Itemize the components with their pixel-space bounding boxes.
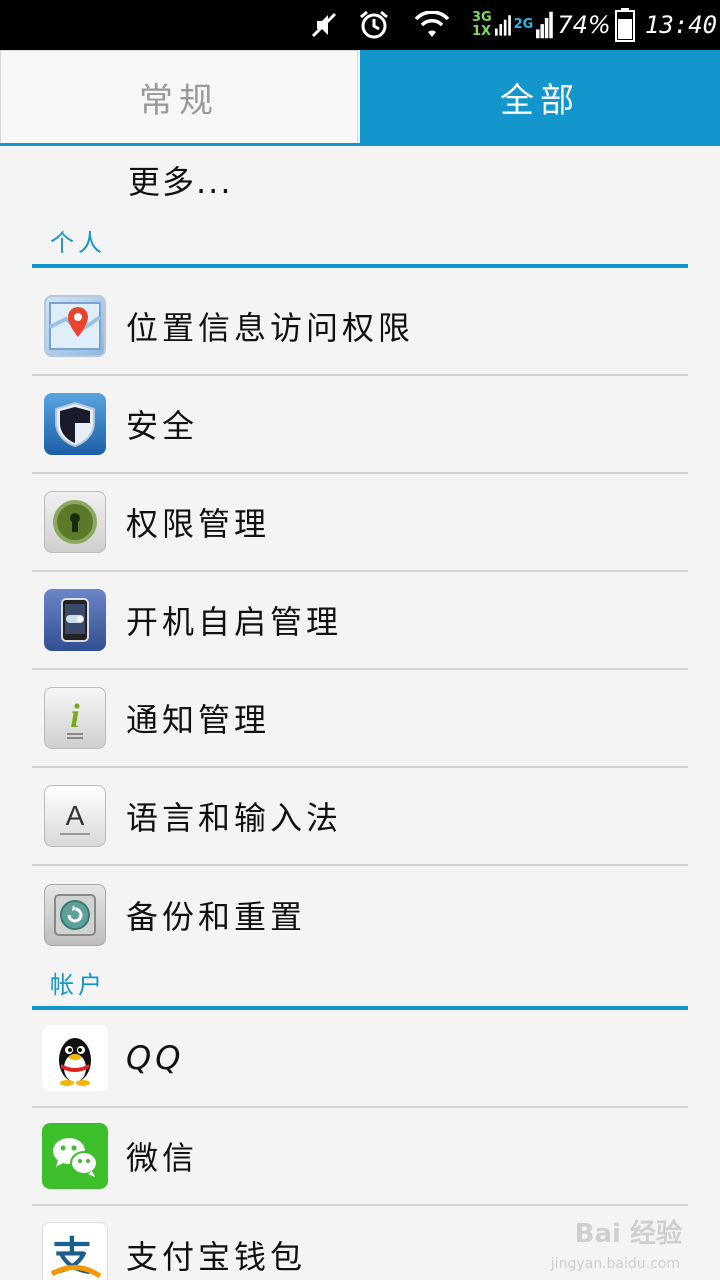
network-1x-label: 1X	[472, 24, 492, 39]
list-item-account-qq[interactable]: QQ	[32, 1010, 688, 1108]
list-item-notification-management[interactable]: i 通知管理	[32, 670, 688, 768]
list-item-label: 开机自启管理	[126, 603, 343, 641]
list-item-autostart-management[interactable]: 开机自启管理	[32, 572, 688, 670]
list-item-label: 支付宝钱包	[126, 1238, 307, 1276]
watermark-url: jingyan.baidu.com	[550, 1256, 680, 1272]
section-title-personal: 个人	[50, 229, 106, 257]
tab-underline	[0, 143, 720, 146]
network-3g-label: 3G	[472, 10, 492, 25]
wechat-icon	[42, 1123, 108, 1189]
svg-text:A: A	[66, 800, 85, 831]
list-item-permission-management[interactable]: 权限管理	[32, 474, 688, 572]
security-shield-icon	[44, 393, 106, 455]
battery-percent: 74%	[557, 11, 611, 39]
tab-all[interactable]: 全部	[360, 50, 720, 144]
list-item-language-input[interactable]: A 语言和输入法	[32, 768, 688, 866]
list-item-security[interactable]: 安全	[32, 376, 688, 474]
settings-tabs: 常规 全部	[0, 50, 720, 146]
list-item-backup-reset[interactable]: 备份和重置	[32, 866, 688, 964]
section-header-personal: 个人	[32, 224, 688, 268]
cellular-signal: 3G 1X 2G	[472, 0, 554, 50]
list-item-label: 安全	[126, 407, 199, 445]
list-item-label: QQ	[126, 1039, 185, 1077]
wifi-icon	[412, 0, 452, 50]
section-divider	[32, 264, 688, 268]
list-item-label: 备份和重置	[126, 898, 307, 936]
section-header-accounts: 帐户	[32, 966, 688, 1010]
list-item-location-access[interactable]: 位置信息访问权限	[32, 278, 688, 376]
baidu-jingyan-watermark: Bai 经验	[574, 1219, 682, 1249]
list-item-label: 通知管理	[126, 701, 271, 739]
battery-icon	[612, 0, 638, 50]
mute-icon	[306, 0, 342, 50]
signal-bars-icon	[494, 15, 511, 36]
list-item-label: 微信	[126, 1139, 199, 1177]
clock-time: 13:40	[644, 11, 718, 39]
svg-text:i: i	[70, 698, 80, 735]
phone-toggle-icon	[44, 589, 106, 651]
keyhole-lock-icon	[44, 491, 106, 553]
more-settings-item[interactable]: 更多...	[128, 150, 233, 210]
list-item-label: 权限管理	[126, 505, 271, 543]
section-title-accounts: 帐户	[50, 971, 106, 999]
alipay-icon: 支	[42, 1222, 108, 1280]
alarm-clock-icon	[356, 0, 392, 50]
location-map-icon	[44, 295, 106, 357]
backup-safe-icon	[44, 884, 106, 946]
qq-penguin-icon	[42, 1025, 108, 1091]
list-item-label: 位置信息访问权限	[126, 309, 415, 347]
signal-bars-2-icon	[536, 11, 554, 39]
status-bar: 3G 1X 2G 74% 13:40	[0, 0, 720, 50]
network-2g-label: 2G	[513, 17, 534, 32]
list-item-account-wechat[interactable]: 微信	[32, 1108, 688, 1206]
list-item-label: 语言和输入法	[126, 799, 343, 837]
tab-general[interactable]: 常规	[0, 50, 358, 144]
info-notification-icon: i	[44, 687, 106, 749]
keyboard-key-a-icon: A	[44, 785, 106, 847]
